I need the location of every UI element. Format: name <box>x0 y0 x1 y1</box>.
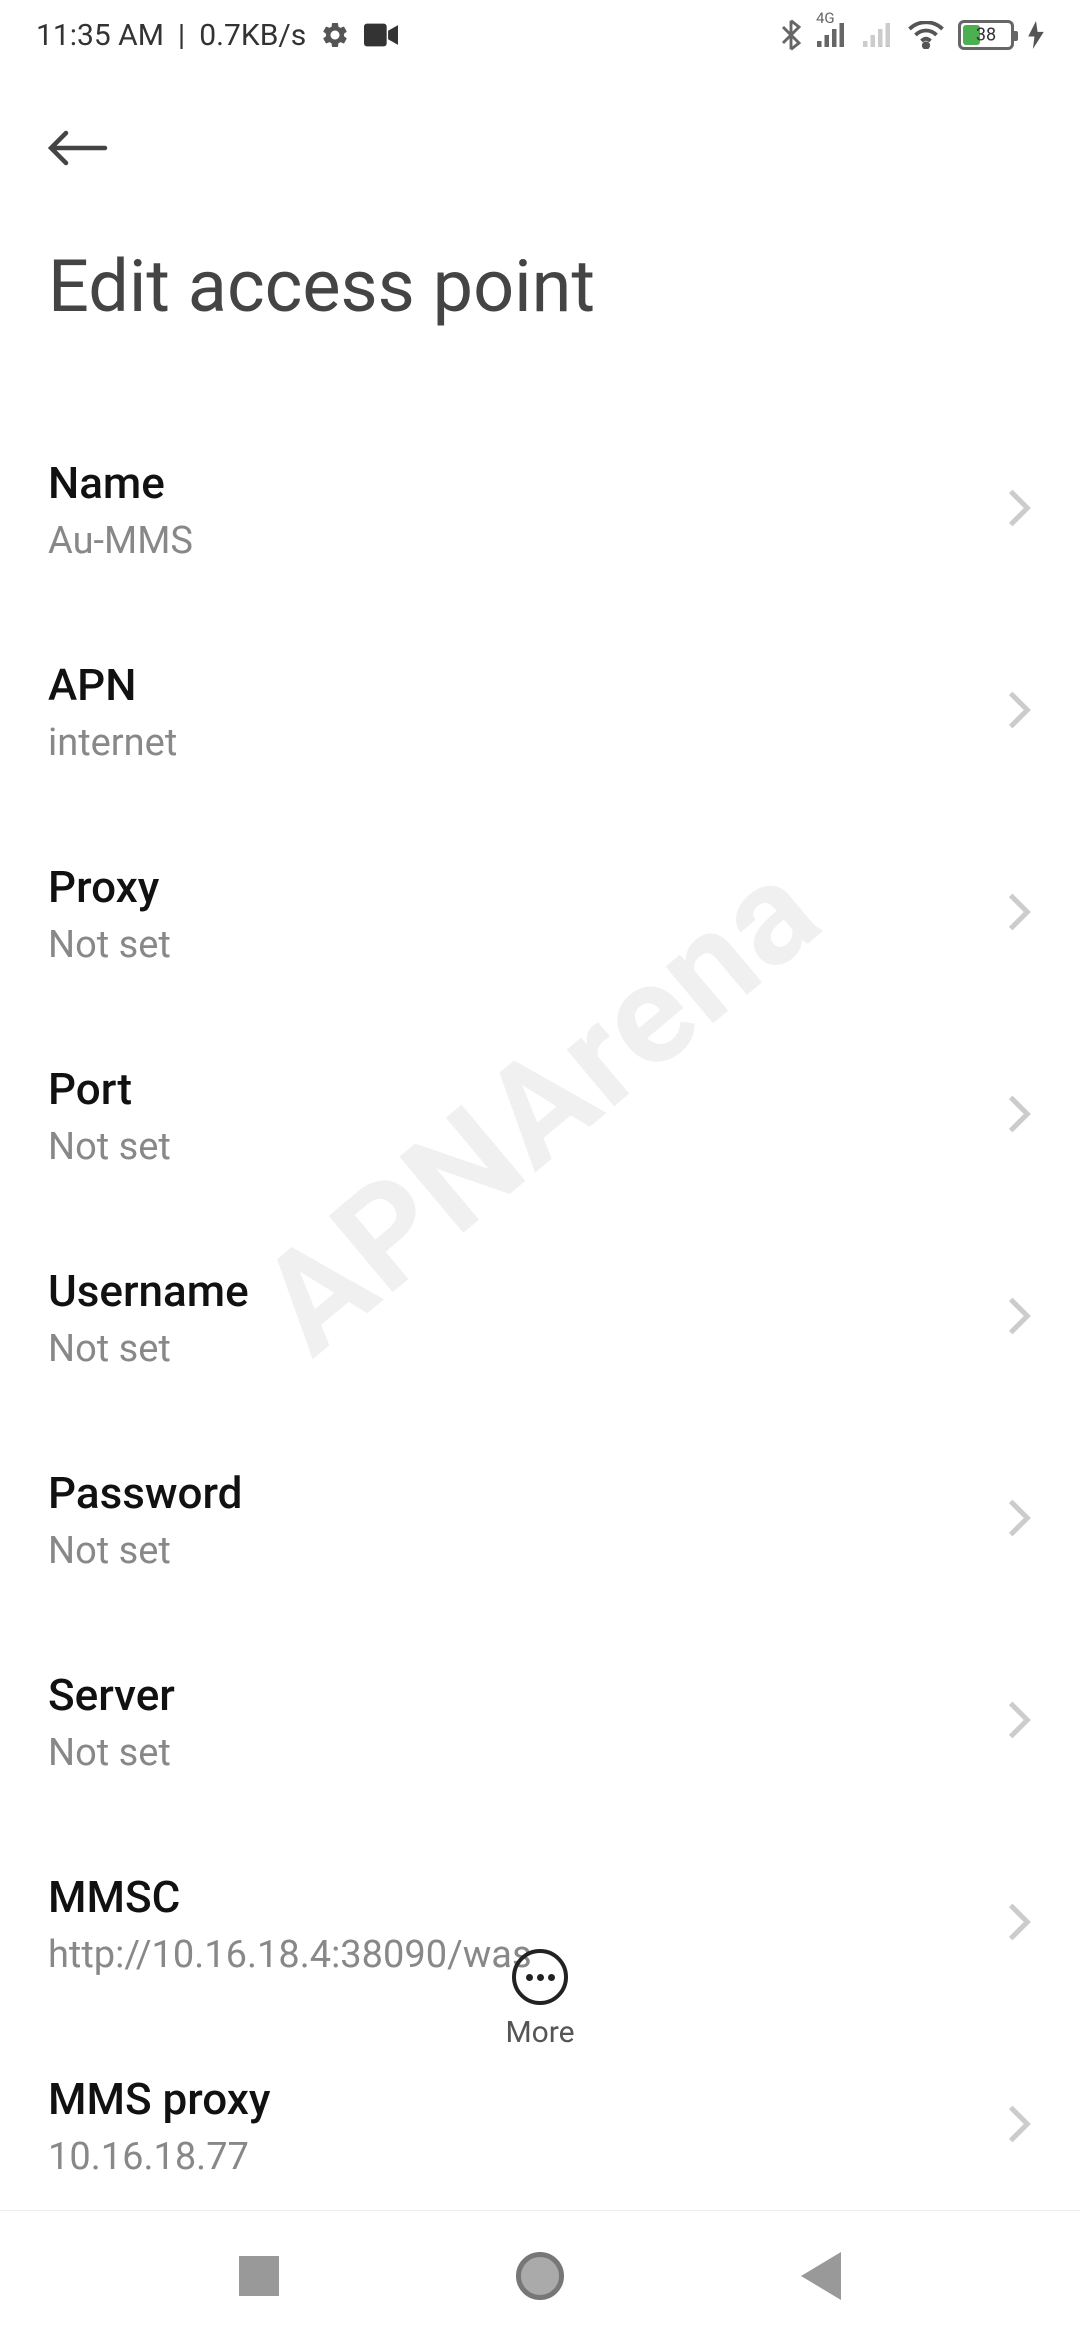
setting-title: Port <box>48 1063 171 1115</box>
chevron-right-icon <box>1006 1296 1032 1340</box>
battery-icon: 38 <box>958 20 1014 50</box>
chevron-right-icon <box>1006 2104 1032 2148</box>
status-data-rate: 0.7KB/s <box>199 18 306 53</box>
back-arrow-icon <box>48 128 108 168</box>
setting-value: internet <box>48 721 177 765</box>
chevron-right-icon <box>1006 1498 1032 1542</box>
setting-value: Not set <box>48 1731 175 1775</box>
videocam-icon <box>364 23 398 47</box>
charging-icon <box>1028 21 1044 49</box>
chevron-right-icon <box>1006 1902 1032 1946</box>
setting-value: Not set <box>48 1529 242 1573</box>
navigation-bar <box>0 2210 1080 2340</box>
setting-server[interactable]: Server Not set <box>48 1621 1032 1823</box>
setting-value: Not set <box>48 1125 171 1169</box>
header: Edit access point <box>0 70 1080 369</box>
setting-mms-proxy[interactable]: MMS proxy 10.16.18.77 <box>48 2025 1032 2210</box>
setting-title: Proxy <box>48 861 171 913</box>
setting-port[interactable]: Port Not set <box>48 1015 1032 1217</box>
status-bar-right: 4G ✕ 38 <box>780 19 1044 51</box>
chevron-right-icon <box>1006 892 1032 936</box>
setting-title: Password <box>48 1467 242 1519</box>
bluetooth-icon <box>780 19 802 51</box>
page-title: Edit access point <box>48 244 1032 329</box>
setting-name[interactable]: Name Au-MMS <box>48 409 1032 611</box>
setting-value: Au-MMS <box>48 519 193 563</box>
gear-icon <box>320 20 350 50</box>
setting-password[interactable]: Password Not set <box>48 1419 1032 1621</box>
wifi-icon <box>908 21 944 49</box>
setting-title: Server <box>48 1669 175 1721</box>
setting-title: APN <box>48 659 177 711</box>
setting-title: Username <box>48 1265 249 1317</box>
nav-home-button[interactable] <box>516 2252 564 2300</box>
chevron-right-icon <box>1006 1700 1032 1744</box>
more-horizontal-icon <box>512 1949 568 2005</box>
settings-list: Name Au-MMS APN internet Proxy Not set <box>0 369 1080 2210</box>
setting-title: MMSC <box>48 1871 532 1923</box>
setting-value: 10.16.18.77 <box>48 2135 270 2179</box>
status-time: 11:35 AM <box>36 18 164 53</box>
more-button[interactable]: More <box>0 1949 1080 2050</box>
setting-value: Not set <box>48 923 171 967</box>
setting-apn[interactable]: APN internet <box>48 611 1032 813</box>
more-label: More <box>505 2015 574 2050</box>
signal-4g-icon: 4G <box>816 23 848 47</box>
nav-recents-button[interactable] <box>239 2256 279 2296</box>
setting-username[interactable]: Username Not set <box>48 1217 1032 1419</box>
signal-nosim-icon: ✕ <box>862 23 894 47</box>
nav-back-button[interactable] <box>801 2252 841 2300</box>
chevron-right-icon <box>1006 690 1032 734</box>
setting-proxy[interactable]: Proxy Not set <box>48 813 1032 1015</box>
svg-text:✕: ✕ <box>878 42 891 47</box>
chevron-right-icon <box>1006 1094 1032 1138</box>
status-separator: | <box>178 18 185 53</box>
status-bar: 11:35 AM | 0.7KB/s 4G ✕ 38 <box>0 0 1080 70</box>
setting-value: Not set <box>48 1327 249 1371</box>
chevron-right-icon <box>1006 488 1032 532</box>
setting-title: MMS proxy <box>48 2073 270 2125</box>
setting-title: Name <box>48 457 193 509</box>
status-bar-left: 11:35 AM | 0.7KB/s <box>36 18 398 53</box>
back-button[interactable] <box>48 112 120 184</box>
